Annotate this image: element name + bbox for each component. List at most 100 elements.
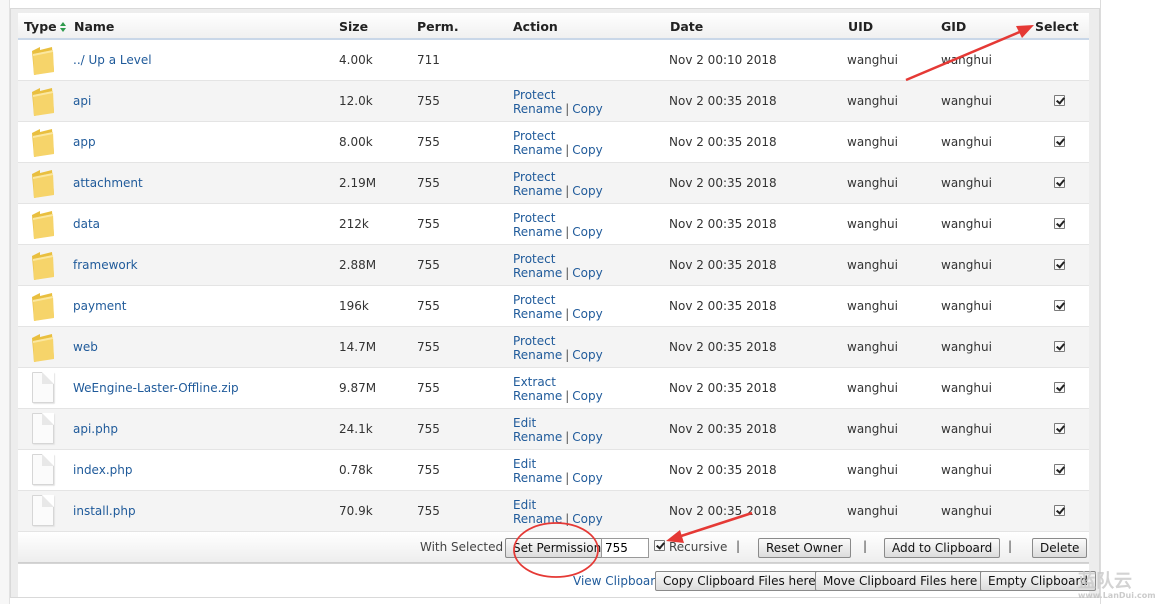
col-select-header[interactable]: Select xyxy=(1035,19,1079,34)
action-protect-link[interactable]: Protect xyxy=(513,334,555,348)
file-name-link[interactable]: api.php xyxy=(73,422,118,436)
file-name-link[interactable]: index.php xyxy=(73,463,132,477)
action-rename-link[interactable]: Rename xyxy=(513,143,562,157)
action-separator: | xyxy=(565,430,570,444)
action-copy-link[interactable]: Copy xyxy=(572,430,602,444)
action-rename-link[interactable]: Rename xyxy=(513,184,562,198)
row-select-checkbox[interactable] xyxy=(1054,259,1065,270)
action-copy-link[interactable]: Copy xyxy=(572,307,602,321)
table-row: payment 196k 755 Protect Rename | Copy Nov 2 00… xyxy=(18,286,1089,327)
col-gid-header[interactable]: GID xyxy=(941,19,966,34)
file-perm[interactable]: 755 xyxy=(417,504,440,518)
action-rename-link[interactable]: Rename xyxy=(513,389,562,403)
col-uid-header[interactable]: UID xyxy=(848,19,873,34)
file-perm[interactable]: 755 xyxy=(417,217,440,231)
file-name-link[interactable]: web xyxy=(73,340,98,354)
row-select-checkbox[interactable] xyxy=(1054,136,1065,147)
row-actions: Protect Rename | Copy xyxy=(513,129,603,157)
file-perm[interactable]: 755 xyxy=(417,299,440,313)
file-perm[interactable]: 711 xyxy=(417,53,440,67)
file-name-link[interactable]: payment xyxy=(73,299,126,313)
separator: | xyxy=(1008,539,1013,553)
file-name-link[interactable]: ../ Up a Level xyxy=(73,53,152,67)
col-date-header[interactable]: Date xyxy=(670,19,703,34)
action-rename-link[interactable]: Rename xyxy=(513,512,562,526)
action-extract-link[interactable]: Extract xyxy=(513,375,556,389)
table-row: api 12.0k 755 Protect Rename | Copy Nov 2 00:35… xyxy=(18,81,1089,122)
file-perm[interactable]: 755 xyxy=(417,463,440,477)
action-copy-link[interactable]: Copy xyxy=(572,143,602,157)
action-copy-link[interactable]: Copy xyxy=(572,389,602,403)
action-copy-link[interactable]: Copy xyxy=(572,184,602,198)
row-select-checkbox[interactable] xyxy=(1054,95,1065,106)
row-select-checkbox[interactable] xyxy=(1054,423,1065,434)
bulk-actions-bar: With Selected Set Permission Recursive |… xyxy=(18,532,1089,563)
col-name-header[interactable]: Name xyxy=(74,19,114,34)
action-rename-link[interactable]: Rename xyxy=(513,348,562,362)
action-edit-link[interactable]: Edit xyxy=(513,498,536,512)
action-rename-link[interactable]: Rename xyxy=(513,307,562,321)
file-name-link[interactable]: WeEngine-Laster-Offline.zip xyxy=(73,381,239,395)
action-protect-link[interactable]: Protect xyxy=(513,293,555,307)
file-perm[interactable]: 755 xyxy=(417,381,440,395)
sort-icon[interactable] xyxy=(59,22,67,33)
row-actions: Edit Rename | Copy xyxy=(513,457,603,485)
permission-input[interactable] xyxy=(601,538,649,558)
recursive-checkbox[interactable] xyxy=(654,540,665,551)
file-size: 70.9k xyxy=(339,504,373,518)
file-name-link[interactable]: install.php xyxy=(73,504,136,518)
action-rename-link[interactable]: Rename xyxy=(513,430,562,444)
col-type-header[interactable]: Type xyxy=(24,19,67,34)
file-gid: wanghui xyxy=(941,176,992,190)
file-name-link[interactable]: framework xyxy=(73,258,138,272)
action-copy-link[interactable]: Copy xyxy=(572,348,602,362)
row-select-checkbox[interactable] xyxy=(1054,177,1065,188)
set-permission-button[interactable]: Set Permission xyxy=(505,538,610,558)
row-select-checkbox[interactable] xyxy=(1054,464,1065,475)
view-clipboard-link[interactable]: View Clipboard xyxy=(573,574,663,588)
action-copy-link[interactable]: Copy xyxy=(572,266,602,280)
move-clipboard-here-button[interactable]: Move Clipboard Files here xyxy=(815,571,986,591)
file-perm[interactable]: 755 xyxy=(417,94,440,108)
file-perm[interactable]: 755 xyxy=(417,422,440,436)
file-perm[interactable]: 755 xyxy=(417,135,440,149)
row-select-checkbox[interactable] xyxy=(1054,300,1065,311)
file-perm[interactable]: 755 xyxy=(417,340,440,354)
row-actions: Protect Rename | Copy xyxy=(513,293,603,321)
action-edit-link[interactable]: Edit xyxy=(513,457,536,471)
action-separator: | xyxy=(565,307,570,321)
row-select-checkbox[interactable] xyxy=(1054,382,1065,393)
row-select-checkbox[interactable] xyxy=(1054,505,1065,516)
col-perm-header[interactable]: Perm. xyxy=(417,19,459,34)
file-gid: wanghui xyxy=(941,422,992,436)
row-select-checkbox[interactable] xyxy=(1054,218,1065,229)
file-perm[interactable]: 755 xyxy=(417,258,440,272)
action-rename-link[interactable]: Rename xyxy=(513,471,562,485)
file-name-link[interactable]: attachment xyxy=(73,176,143,190)
action-copy-link[interactable]: Copy xyxy=(572,225,602,239)
file-name-link[interactable]: api xyxy=(73,94,91,108)
file-name-link[interactable]: app xyxy=(73,135,96,149)
copy-clipboard-here-button[interactable]: Copy Clipboard Files here xyxy=(655,571,824,591)
action-protect-link[interactable]: Protect xyxy=(513,88,555,102)
action-copy-link[interactable]: Copy xyxy=(572,512,602,526)
reset-owner-button[interactable]: Reset Owner xyxy=(758,538,851,558)
action-protect-link[interactable]: Protect xyxy=(513,211,555,225)
file-gid: wanghui xyxy=(941,299,992,313)
action-rename-link[interactable]: Rename xyxy=(513,102,562,116)
action-copy-link[interactable]: Copy xyxy=(572,471,602,485)
action-protect-link[interactable]: Protect xyxy=(513,129,555,143)
file-name-link[interactable]: data xyxy=(73,217,100,231)
action-protect-link[interactable]: Protect xyxy=(513,170,555,184)
file-perm[interactable]: 755 xyxy=(417,176,440,190)
action-copy-link[interactable]: Copy xyxy=(572,102,602,116)
file-icon xyxy=(32,454,54,485)
delete-button[interactable]: Delete xyxy=(1032,538,1088,558)
action-rename-link[interactable]: Rename xyxy=(513,225,562,239)
row-select-checkbox[interactable] xyxy=(1054,341,1065,352)
action-protect-link[interactable]: Protect xyxy=(513,252,555,266)
col-size-header[interactable]: Size xyxy=(339,19,368,34)
add-to-clipboard-button[interactable]: Add to Clipboard xyxy=(884,538,1001,558)
action-rename-link[interactable]: Rename xyxy=(513,266,562,280)
action-edit-link[interactable]: Edit xyxy=(513,416,536,430)
